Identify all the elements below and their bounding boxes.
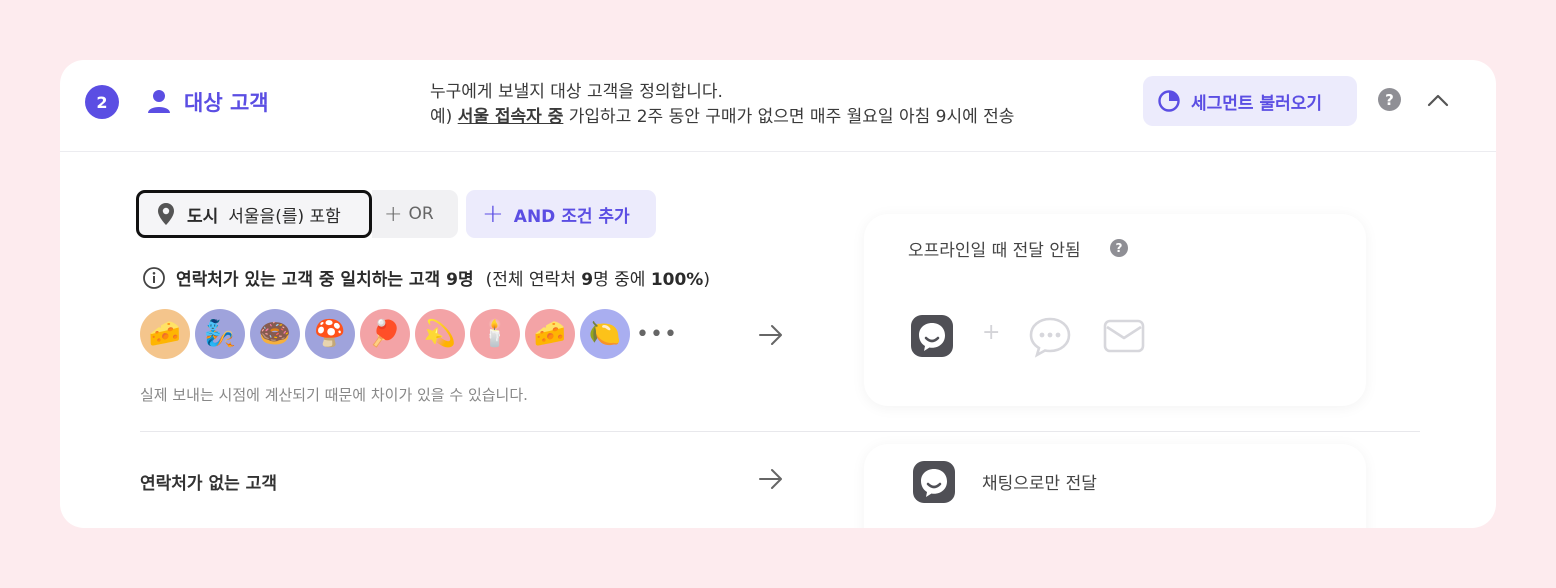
customer-avatar[interactable]: 🍄 (305, 309, 355, 359)
total-count: 9 (581, 270, 594, 290)
calculation-note: 실제 보내는 시점에 계산되기 때문에 차이가 있을 수 있습니다. (140, 386, 528, 404)
total-middle: 명 중에 (593, 270, 651, 290)
chat-only-label: 채팅으로만 전달 (982, 474, 1097, 494)
example-suffix: 가입하고 2주 동안 구매가 없으면 매주 월요일 아침 9시에 전송 (563, 107, 1015, 127)
total-percent: 100% (650, 270, 704, 290)
example-prefix: 예) (430, 107, 458, 127)
no-contact-label: 연락처가 없는 고객 (140, 474, 277, 494)
total-suffix: ) (703, 270, 710, 290)
plus-icon: + (482, 199, 504, 229)
audience-section-card: 2 대상 고객 누구에게 보낼지 대상 고객을 정의합니다. 예) 서울 접속자… (60, 60, 1496, 528)
section-description: 누구에게 보낼지 대상 고객을 정의합니다. (430, 82, 723, 102)
or-label: OR (408, 204, 434, 224)
add-and-condition-button[interactable]: + AND 조건 추가 (466, 190, 656, 238)
condition-key: 도시 (187, 206, 219, 227)
chevron-up-icon[interactable] (1426, 90, 1450, 110)
help-icon[interactable]: ? (1110, 239, 1128, 257)
match-count-text: 연락처가 있는 고객 중 일치하는 고객 9명 (176, 270, 474, 290)
add-and-label: AND 조건 추가 (513, 206, 630, 227)
customer-avatar[interactable]: 🍋 (580, 309, 630, 359)
or-condition-button[interactable]: + OR (372, 190, 458, 238)
mail-icon (1103, 319, 1145, 353)
arrow-right-icon (759, 325, 782, 345)
speech-bubble-icon (1029, 317, 1071, 358)
customer-avatar[interactable]: 🧀 (525, 309, 575, 359)
more-icon[interactable]: ••• (636, 309, 677, 359)
plus-icon: + (982, 320, 1001, 345)
chat-channel-icon (913, 461, 955, 503)
customer-avatar[interactable]: 🕯️ (470, 309, 520, 359)
info-icon (143, 266, 165, 289)
customer-avatar-list: 🧀 🧞 🍩 🍄 🏓 💫 🕯️ 🧀 🍋 ••• (140, 309, 677, 359)
match-total-text: (전체 연락처 9명 중에 100%) (486, 265, 710, 290)
help-icon[interactable]: ? (1378, 88, 1401, 111)
load-segment-label: 세그먼트 불러오기 (1191, 93, 1323, 114)
location-pin-icon (158, 203, 174, 225)
offline-delivery-title: 오프라인일 때 전달 안됨 (908, 241, 1081, 261)
customer-avatar[interactable]: 🧞 (195, 309, 245, 359)
plus-icon: + (384, 201, 403, 227)
section-title: 대상 고객 (184, 91, 269, 115)
customer-avatar[interactable]: 🏓 (360, 309, 410, 359)
chat-channel-icon (911, 315, 953, 357)
pie-chart-icon (1158, 90, 1180, 112)
section-example: 예) 서울 접속자 중 가입하고 2주 동안 구매가 없으면 매주 월요일 아침… (430, 102, 1014, 127)
customer-avatar[interactable]: 💫 (415, 309, 465, 359)
arrow-right-icon (759, 469, 782, 489)
section-divider (140, 431, 1420, 432)
chat-only-card: 채팅으로만 전달 (864, 444, 1366, 528)
match-summary: 연락처가 있는 고객 중 일치하는 고객 9명 (전체 연락처 9명 중에 10… (142, 265, 710, 290)
offline-delivery-card: 오프라인일 때 전달 안됨 ? + (864, 214, 1366, 406)
section-header: 2 대상 고객 누구에게 보낼지 대상 고객을 정의합니다. 예) 서울 접속자… (60, 60, 1496, 152)
customer-avatar[interactable]: 🧀 (140, 309, 190, 359)
load-segment-button[interactable]: 세그먼트 불러오기 (1143, 76, 1357, 126)
step-number-badge: 2 (85, 85, 119, 119)
city-condition-chip[interactable]: 도시 서울을(를) 포함 (136, 190, 372, 238)
total-prefix: (전체 연락처 (485, 270, 582, 290)
customer-avatar[interactable]: 🍩 (250, 309, 300, 359)
example-emphasis: 서울 접속자 중 (457, 107, 564, 127)
person-icon (148, 90, 170, 113)
condition-value: 서울을(를) 포함 (228, 206, 341, 227)
